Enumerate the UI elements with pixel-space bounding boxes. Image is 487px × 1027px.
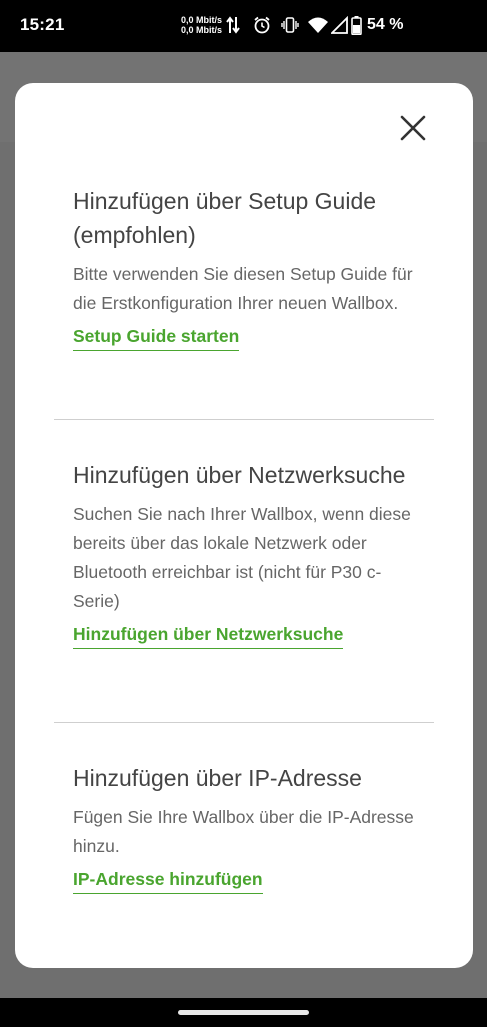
close-icon[interactable]	[395, 110, 431, 146]
status-time: 15:21	[20, 15, 65, 34]
section-ip-address: Hinzufügen über IP-Adresse Fügen Sie Ihr…	[73, 761, 423, 894]
section-description: Suchen Sie nach Ihrer Wallbox, wenn dies…	[73, 504, 411, 611]
add-wallbox-dialog: Hinzufügen über Setup Guide (empfohlen) …	[15, 83, 473, 968]
section-title: Hinzufügen über Netzwerksuche	[73, 462, 406, 488]
section-description: Fügen Sie Ihre Wallbox über die IP-Adres…	[73, 807, 414, 856]
section-title: Hinzufügen über Setup Guide (empfohlen)	[73, 188, 377, 248]
home-gesture-handle[interactable]	[178, 1010, 309, 1015]
net-down-speed: 0,0 Mbit/s	[181, 25, 223, 35]
vibrate-icon	[281, 17, 299, 33]
section-divider	[54, 722, 434, 723]
section-setup-guide: Hinzufügen über Setup Guide (empfohlen) …	[73, 184, 423, 351]
section-divider	[54, 419, 434, 420]
network-speed: 0,0 Mbit/s 0,0 Mbit/s	[181, 15, 222, 35]
network-search-link[interactable]: Hinzufügen über Netzwerksuche	[73, 624, 344, 649]
ip-address-add-link[interactable]: IP-Adresse hinzufügen	[73, 869, 263, 894]
alarm-icon	[254, 16, 270, 34]
section-network-search: Hinzufügen über Netzwerksuche Suchen Sie…	[73, 458, 423, 649]
signal-icon	[331, 16, 348, 34]
data-arrows-icon	[226, 16, 240, 34]
wifi-icon	[308, 17, 328, 33]
status-bar: 15:21 0,0 Mbit/s 0,0 Mbit/s 54 %	[0, 0, 487, 52]
setup-guide-start-link[interactable]: Setup Guide starten	[73, 326, 240, 351]
battery-percentage: 54 %	[367, 16, 404, 33]
battery-icon	[351, 16, 362, 35]
screen: 15:21 0,0 Mbit/s 0,0 Mbit/s 54 % Hinzufü…	[0, 0, 487, 1027]
navigation-bar	[0, 998, 487, 1027]
section-title: Hinzufügen über IP-Adresse	[73, 765, 362, 791]
net-up-speed: 0,0 Mbit/s	[181, 15, 223, 25]
section-description: Bitte verwenden Sie diesen Setup Guide f…	[73, 264, 413, 313]
